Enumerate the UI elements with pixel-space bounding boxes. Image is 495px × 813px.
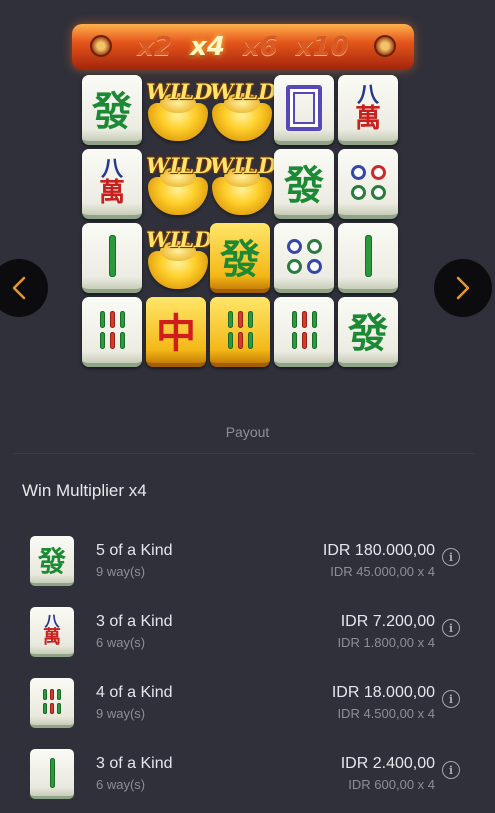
- ways-label: 9 way(s): [96, 706, 146, 721]
- next-button[interactable]: [434, 259, 492, 317]
- ways-label: 6 way(s): [96, 635, 146, 650]
- payout-calc: IDR 4.500,00 x 4: [337, 706, 435, 721]
- eight-wan-tile-icon: 八萬: [338, 75, 398, 145]
- six-bamboo-tile-icon: [274, 297, 334, 367]
- multiplier-x4-active: x4: [190, 32, 225, 62]
- wild-tile-icon: WILD: [210, 149, 276, 219]
- info-icon[interactable]: i: [442, 761, 460, 779]
- fa-tile-icon: 發: [338, 297, 398, 367]
- kind-label: 3 of a Kind: [96, 613, 173, 630]
- payout-amount: IDR 2.400,00: [340, 755, 435, 772]
- kind-label: 4 of a Kind: [96, 684, 173, 701]
- win-multiplier-label: Win Multiplier x4: [22, 481, 147, 500]
- four-dots-tile-icon: [274, 223, 334, 293]
- fa-gold-tile-icon: 發: [210, 223, 270, 293]
- info-icon[interactable]: i: [442, 619, 460, 637]
- ways-label: 9 way(s): [96, 564, 146, 579]
- five-dots-tile-icon: [338, 149, 398, 219]
- payout-calc: IDR 1.800,00 x 4: [337, 635, 435, 650]
- bar-cap-left-icon: [90, 35, 112, 57]
- info-icon[interactable]: i: [442, 548, 460, 566]
- payout-amount: IDR 180.000,00: [322, 542, 435, 559]
- payout-amount: IDR 18.000,00: [331, 684, 435, 701]
- kind-label: 5 of a Kind: [96, 542, 173, 559]
- payout-row: 八萬 3 of a Kind 6 way(s) IDR 7.200,00 IDR…: [0, 605, 495, 665]
- wild-tile-icon: WILD: [146, 223, 212, 293]
- payout-row: 發 5 of a Kind 9 way(s) IDR 180.000,00 ID…: [0, 534, 495, 594]
- multiplier-x6: x6: [242, 32, 278, 62]
- ways-label: 6 way(s): [96, 777, 146, 792]
- zhong-gold-tile-icon: 中: [146, 297, 206, 367]
- two-bamboo-tile-icon: [30, 749, 74, 799]
- wild-tile-icon: WILD: [146, 149, 212, 219]
- reel-grid: 發 八萬 WILD WILD WILD 中 WILD WILD 發 發 八 萬 …: [80, 75, 402, 373]
- chevron-right-icon: [456, 276, 470, 300]
- wild-tile-icon: WILD: [210, 75, 276, 145]
- prev-button[interactable]: [0, 259, 48, 317]
- payout-row: 4 of a Kind 9 way(s) IDR 18.000,00 IDR 4…: [0, 676, 495, 736]
- multiplier-x10: x10: [295, 32, 349, 62]
- six-bamboo-tile-icon: [30, 678, 74, 728]
- payout-calc: IDR 45.000,00 x 4: [330, 564, 435, 579]
- fa-tile-icon: 發: [82, 75, 142, 145]
- multiplier-bar: x2 x4 x6 x10: [72, 24, 414, 70]
- divider: [14, 453, 474, 454]
- bar-cap-right-icon: [374, 35, 396, 57]
- fa-tile-icon: 發: [30, 536, 74, 586]
- payout-amount: IDR 7.200,00: [340, 613, 435, 630]
- info-icon[interactable]: i: [442, 690, 460, 708]
- wild-tile-icon: WILD: [146, 75, 212, 145]
- payout-title: Payout: [225, 424, 270, 440]
- six-bamboo-tile-icon: [82, 297, 142, 367]
- chevron-left-icon: [12, 276, 26, 300]
- fa-tile-icon: 發: [274, 149, 334, 219]
- two-bamboo-tile-icon: [338, 223, 398, 293]
- white-dragon-tile-icon: [274, 75, 334, 145]
- payout-calc: IDR 600,00 x 4: [348, 777, 435, 792]
- six-bamboo-gold-tile-icon: [210, 297, 270, 367]
- payout-row: 3 of a Kind 6 way(s) IDR 2.400,00 IDR 60…: [0, 747, 495, 807]
- eight-wan-tile-icon: 八萬: [30, 607, 74, 657]
- multiplier-x2: x2: [137, 32, 173, 62]
- eight-wan-tile-icon: 八萬: [82, 149, 142, 219]
- kind-label: 3 of a Kind: [96, 755, 173, 772]
- two-bamboo-tile-icon: [82, 223, 142, 293]
